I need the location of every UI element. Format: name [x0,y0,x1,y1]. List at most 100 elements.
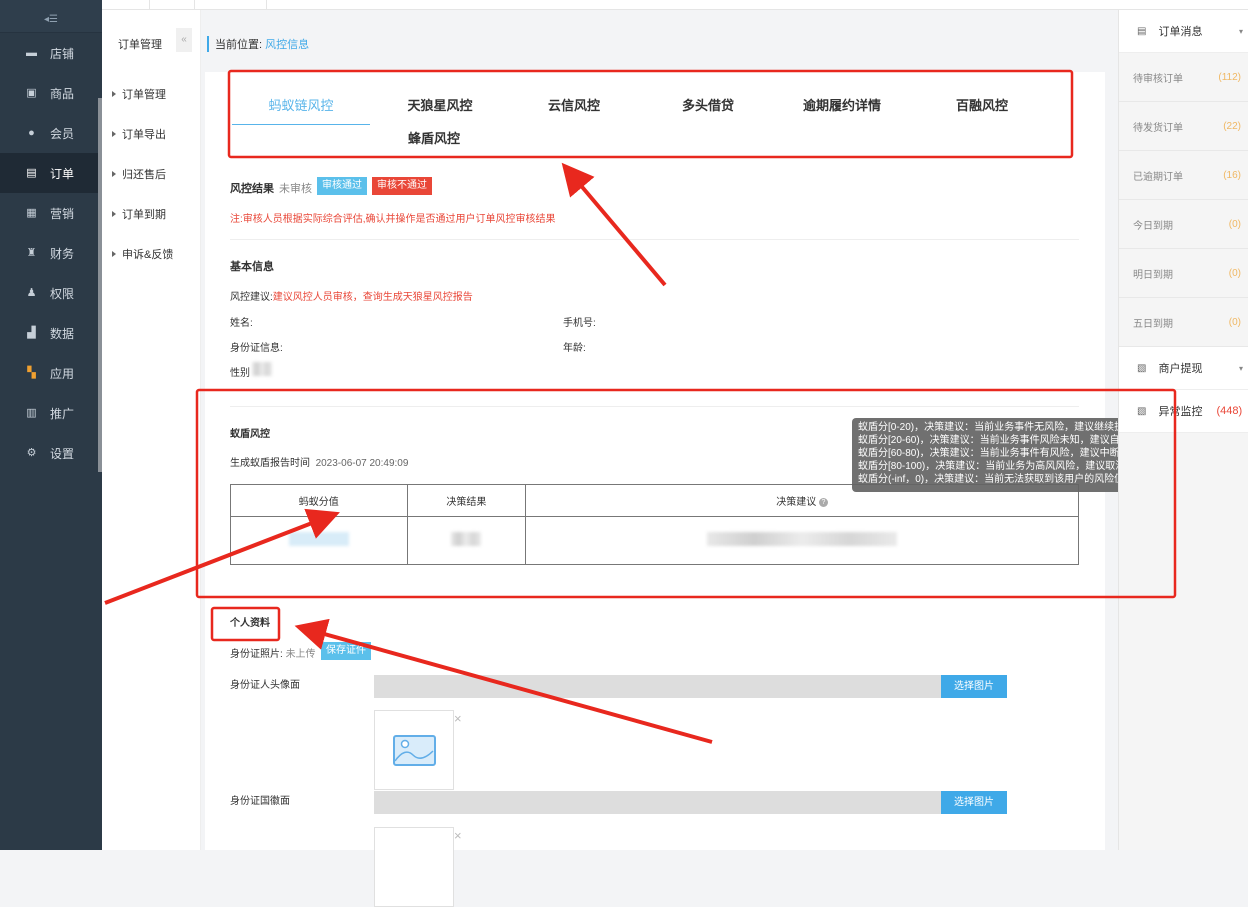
sub-navigation: 订单管理 « 订单管理 订单导出 归还售后 订单到期 申诉&反馈 [102,10,201,850]
row-count: (0) [1228,316,1241,328]
row-count: (0) [1228,267,1241,279]
permission-icon: ♟ [26,287,37,299]
row-count: (22) [1223,120,1241,132]
tab-overdue[interactable]: 逾期履约详情 [773,95,911,114]
risk-result-label: 风控结果 [230,183,274,195]
top-tab[interactable] [102,0,150,10]
sidebar-item-member[interactable]: ● 会员 [0,113,98,153]
document-icon: ▧ [1137,405,1147,417]
sidebar-item-data[interactable]: ▟ 数据 [0,313,98,353]
sidebar-item-label: 推广 [50,406,75,421]
breadcrumb-current[interactable]: 风控信息 [265,39,309,51]
row-label: 五日到期 [1133,318,1173,330]
message-row[interactable]: 今日到期 (0) [1119,200,1248,249]
table-cell [406,516,527,565]
blurred-value [707,532,898,546]
blurred-value [288,532,349,546]
sidebar-item-label: 设置 [50,446,75,461]
sidebar-item-permission[interactable]: ♟ 权限 [0,273,98,313]
save-id-button[interactable]: 保存证件 [321,642,371,660]
image-placeholder-icon [393,735,436,766]
right-panel: ▤ 订单消息 ▾ 待审核订单 (112) 待发货订单 (22) 已逾期订单 (16) 今日… [1118,10,1248,850]
sidebar-item-label: 订单 [50,166,75,181]
personal-info-title: 个人资料 [230,618,270,629]
money-bag-icon: ♜ [26,247,37,259]
row-label: 今日到期 [1133,220,1173,232]
order-icon: ▤ [26,167,37,179]
sidebar-item-label: 商品 [50,86,75,101]
subnav-order-expiry[interactable]: 订单到期 [112,206,166,222]
withdraw-header[interactable]: ▧ 商户提现 ▾ [1119,347,1248,390]
choose-front-image-button[interactable]: 选择图片 [941,675,1007,698]
list-icon: ▤ [1137,25,1147,37]
id-front-preview [374,710,454,790]
table-header: 蚂蚁分值 [230,484,408,517]
sidebar-item-label: 数据 [50,326,75,341]
subnav-appeal[interactable]: 申诉&反馈 [112,246,173,262]
sidebar-item-label: 权限 [50,286,75,301]
remove-back-image-icon[interactable]: × [454,828,462,843]
risk-status: 未审核 [279,183,312,195]
row-label: 待审核订单 [1133,73,1183,85]
tab-ant-chain[interactable]: 蚂蚁链风控 [232,95,370,125]
blurred-value [451,532,482,546]
divider [230,406,1079,407]
tab-yunxin[interactable]: 云信风控 [505,95,643,114]
tab-bairong[interactable]: 百融风控 [913,95,1051,114]
message-row[interactable]: 待发货订单 (22) [1119,102,1248,151]
top-tab[interactable] [150,0,195,10]
message-row[interactable]: 待审核订单 (112) [1119,53,1248,102]
sidebar-item-apps[interactable]: ▚ 应用 [0,353,98,393]
help-icon[interactable]: ? [818,497,828,507]
fengdun-result-table: 蚂蚁分值 决策结果 决策建议 ? [230,484,1079,565]
choose-back-image-button[interactable]: 选择图片 [941,791,1007,814]
basic-info-title: 基本信息 [230,261,274,273]
sidebar-item-goods[interactable]: ▣ 商品 [0,73,98,113]
tab-multi-loan[interactable]: 多头借贷 [639,95,777,114]
message-row[interactable]: 已逾期订单 (16) [1119,151,1248,200]
caret-down-icon: ▾ [1238,26,1243,36]
monitor-header[interactable]: ▧ 异常监控 (448) [1119,390,1248,433]
id-photo-status: 未上传 [285,649,316,660]
menu-toggle-icon[interactable]: ◂☰ [0,0,102,33]
table-row [230,516,1079,565]
table-header-label: 决策建议 [776,497,817,508]
report-time-label: 生成蚁盾报告时间 [230,458,310,469]
row-label: 明日到期 [1133,269,1173,281]
row-label: 已逾期订单 [1133,171,1183,183]
reject-button[interactable]: 审核不通过 [372,177,432,195]
sidebar-item-settings[interactable]: ⚙ 设置 [0,433,98,473]
id-back-path-input[interactable] [374,791,941,814]
main-sidebar: ◂☰ ▬ 店铺 ▣ 商品 ● 会员 ▤ 订单 ▦ 营销 ♜ 财务 ♟ 权限 ▟ 数据 ▚ 应用 ▥… [0,0,102,850]
subnav-order-manage[interactable]: 订单管理 [112,86,166,102]
subnav-after-sales[interactable]: 归还售后 [112,166,166,182]
table-cell [230,516,408,565]
promote-icon: ▥ [26,407,37,419]
approve-button[interactable]: 审核通过 [317,177,367,195]
sidebar-item-label: 应用 [50,366,75,381]
gift-icon: ▦ [26,207,37,219]
remove-front-image-icon[interactable]: × [454,711,462,726]
top-tab[interactable] [195,0,267,10]
message-row[interactable]: 明日到期 (0) [1119,249,1248,298]
sidebar-item-marketing[interactable]: ▦ 营销 [0,193,98,233]
tab-fengdun[interactable]: 蜂盾风控 [365,128,503,147]
sidebar-item-label: 营销 [50,206,75,221]
phone-label: 手机号: [563,318,596,329]
message-row[interactable]: 五日到期 (0) [1119,298,1248,347]
sidebar-item-shop[interactable]: ▬ 店铺 [0,33,98,73]
advice-text: 建议风控人员审核，查询生成天狼星风控报告 [272,292,473,303]
row-label: 待发货订单 [1133,122,1183,134]
sidebar-item-order[interactable]: ▤ 订单 [0,153,98,193]
collapse-button[interactable]: « [176,28,192,52]
tab-sirius[interactable]: 天狼星风控 [371,95,509,114]
sidebar-item-label: 店铺 [50,46,75,61]
order-messages-header[interactable]: ▤ 订单消息 ▾ [1119,10,1248,53]
sidebar-item-finance[interactable]: ♜ 财务 [0,233,98,273]
id-front-path-input[interactable] [374,675,941,698]
sidebar-item-promote[interactable]: ▥ 推广 [0,393,98,433]
chart-icon: ▟ [27,327,36,339]
subnav-order-export[interactable]: 订单导出 [112,126,166,142]
monitor-count: (448) [1216,405,1243,417]
top-tabbar [0,0,1248,10]
